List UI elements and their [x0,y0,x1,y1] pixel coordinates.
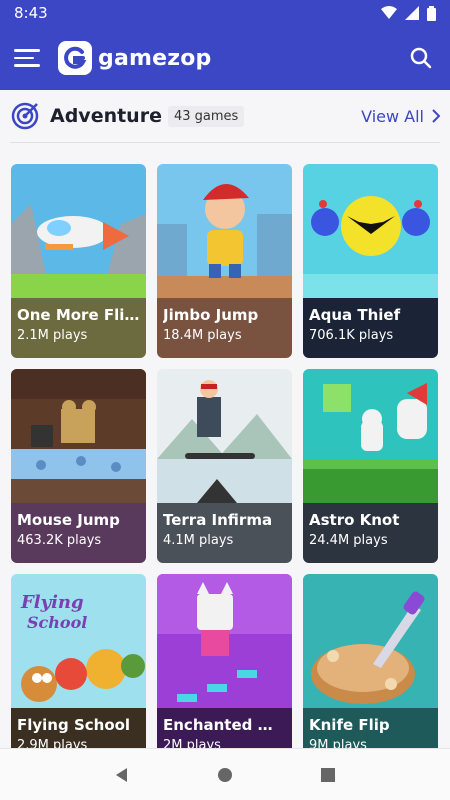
game-plays: 463.2K plays [17,533,102,548]
game-info: Knife Flip 9M plays [303,708,438,748]
game-thumbnail [11,369,146,503]
wifi-icon [381,6,397,19]
game-card[interactable]: Flying School Flying School 2.9M plays [11,574,146,748]
game-title: Enchanted W… [163,716,286,734]
game-info: Flying School 2.9M plays [11,708,146,748]
section-divider [10,142,440,143]
game-card[interactable]: Knife Flip 9M plays [303,574,438,748]
chevron-right-icon [432,109,440,123]
signal-icon [405,6,419,20]
game-card[interactable]: Enchanted W… 2M plays [157,574,292,748]
game-thumbnail [157,574,292,708]
game-title: One More Flig… [17,306,140,324]
view-all-link[interactable]: View All [361,107,440,126]
game-title: Flying School [17,716,131,734]
system-nav-bar [0,748,450,800]
game-title: Astro Knot [309,511,400,529]
game-card[interactable]: Terra Infirma 4.1M plays [157,369,292,563]
game-title: Aqua Thief [309,306,401,324]
target-icon [11,102,39,130]
game-card[interactable]: Mouse Jump 463.2K plays [11,369,146,563]
game-plays: 24.4M plays [309,533,388,548]
games-count-badge: 43 games [167,105,245,127]
game-plays: 2.1M plays [17,328,88,343]
section-header: Adventure 43 games View All [10,96,440,136]
game-info: Terra Infirma 4.1M plays [157,503,292,563]
game-thumbnail [157,369,292,503]
game-thumbnail: Flying School [11,574,146,708]
app-bar: gamezop [0,26,450,90]
game-plays: 9M plays [309,738,367,748]
content-area: Adventure 43 games View All One More Fli… [0,90,450,748]
svg-text:Flying: Flying [20,592,84,613]
menu-button[interactable] [14,43,44,73]
game-info: Jimbo Jump 18.4M plays [157,298,292,358]
status-bar: 8:43 [0,0,450,26]
game-card[interactable]: One More Flig… 2.1M plays [11,164,146,358]
app-name: gamezop [98,45,212,71]
view-all-label: View All [361,106,424,126]
back-icon[interactable] [113,766,131,784]
game-card[interactable]: Aqua Thief 706.1K plays [303,164,438,358]
game-thumbnail [303,369,438,503]
search-button[interactable] [406,43,436,73]
section-title: Adventure [50,105,162,127]
search-icon [410,47,432,69]
game-info: Enchanted W… 2M plays [157,708,292,748]
game-thumbnail [303,574,438,708]
game-info: Aqua Thief 706.1K plays [303,298,438,358]
game-info: Mouse Jump 463.2K plays [11,503,146,563]
game-info: One More Flig… 2.1M plays [11,298,146,358]
game-title: Terra Infirma [163,511,273,529]
game-title: Knife Flip [309,716,390,734]
game-thumbnail [157,164,292,298]
game-title: Mouse Jump [17,511,120,529]
game-thumbnail [11,164,146,298]
status-time: 8:43 [14,4,48,22]
game-thumbnail [303,164,438,298]
game-plays: 706.1K plays [309,328,394,343]
game-card[interactable]: Astro Knot 24.4M plays [303,369,438,563]
game-plays: 4.1M plays [163,533,234,548]
game-plays: 18.4M plays [163,328,242,343]
app-logo[interactable]: gamezop [58,41,406,75]
battery-icon [427,5,436,21]
recents-icon[interactable] [319,766,337,784]
game-plays: 2M plays [163,738,221,748]
game-plays: 2.9M plays [17,738,88,748]
game-info: Astro Knot 24.4M plays [303,503,438,563]
home-icon[interactable] [216,766,234,784]
game-card[interactable]: Jimbo Jump 18.4M plays [157,164,292,358]
svg-text:School: School [27,613,87,632]
game-title: Jimbo Jump [163,306,259,324]
gamezop-logo-icon [58,41,92,75]
